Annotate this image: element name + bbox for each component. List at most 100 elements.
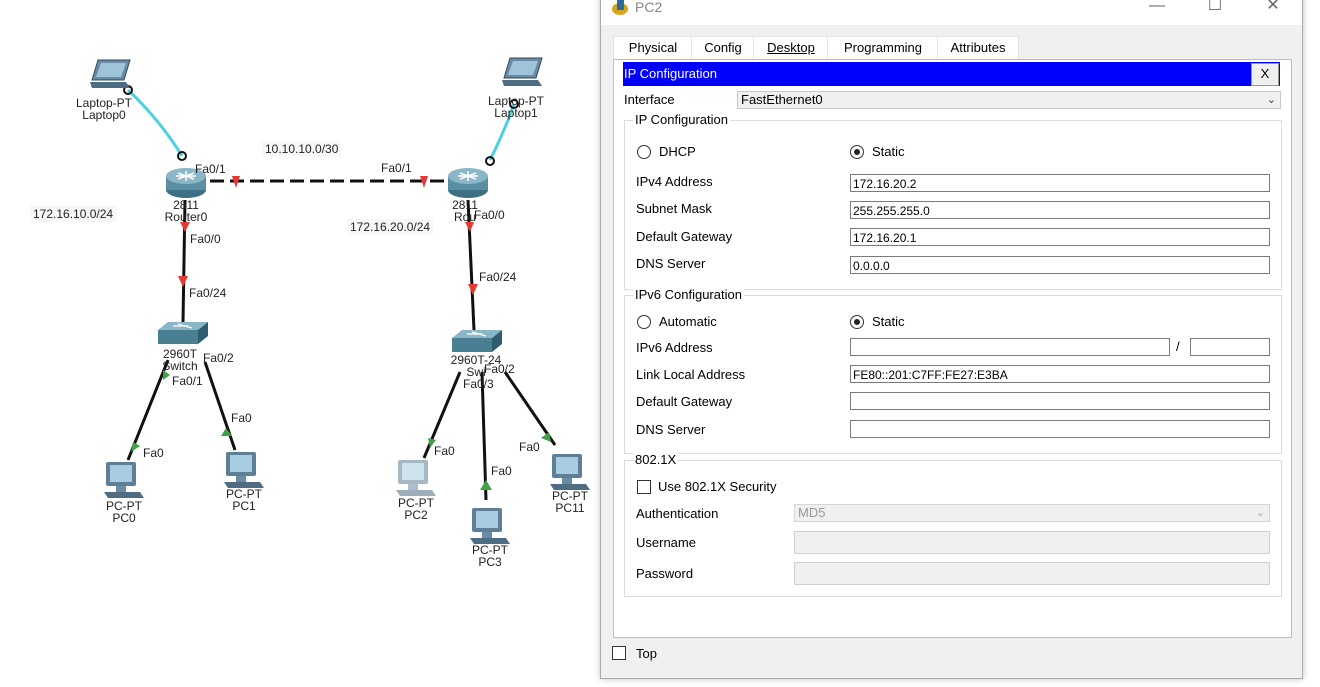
port-label: Fa0 — [434, 444, 455, 458]
ipv6-dns-label: DNS Server — [636, 422, 706, 437]
device-label-pc0: PC-PT PC0 — [94, 500, 154, 524]
device-label-switch0: 2960T Switch — [152, 348, 208, 372]
ipv6-dns-field[interactable] — [850, 420, 1270, 438]
link-up-marker-icon — [131, 442, 140, 452]
close-button[interactable]: ✕ — [1244, 0, 1302, 21]
tab-attributes[interactable]: Attributes — [937, 36, 1019, 60]
link-switch1-pc3[interactable] — [480, 371, 488, 501]
device-label-pc3: PC-PT PC3 — [460, 544, 520, 568]
dot1x-group: 802.1X Use 802.1X Security Authenticatio… — [624, 452, 1282, 597]
ipv6-group: IPv6 Configuration Automatic Static IPv6… — [624, 287, 1282, 454]
window-title: PC2 — [635, 0, 663, 15]
port-label: Fa0/0 — [190, 232, 221, 246]
ipv4-address-field[interactable]: 172.16.20.2 — [850, 174, 1270, 192]
pc-icon[interactable] — [470, 508, 510, 544]
port-label: Fa0/1 — [195, 162, 226, 176]
ipv4-address-label: IPv4 Address — [636, 174, 713, 189]
link-local-field[interactable]: FE80::201:C7FF:FE27:E3BA — [850, 365, 1270, 383]
port-label: Fa0/1 — [172, 374, 203, 388]
network-label-lan1: 172.16.20.0/24 — [347, 219, 434, 235]
desktop-panel: IP Configuration X Interface FastEtherne… — [613, 59, 1292, 638]
ipv6-address-field[interactable] — [850, 338, 1170, 356]
ipv6-address-label: IPv6 Address — [636, 340, 713, 355]
topology-workspace[interactable]: Laptop-PT Laptop0 Laptop-PT Laptop1 2811… — [0, 0, 600, 687]
automatic-label: Automatic — [659, 314, 717, 329]
subnet-mask-field[interactable]: 255.255.255.0 — [850, 201, 1270, 219]
device-label-router0: 2811 Router0 — [156, 199, 216, 223]
port-label: Fa0/2 — [203, 351, 234, 365]
title-bar[interactable]: PC2 — ☐ ✕ — [601, 0, 1302, 25]
default-gateway-label: Default Gateway — [636, 229, 733, 244]
link-down-marker-icon — [468, 284, 478, 295]
authentication-value: MD5 — [798, 505, 826, 520]
password-field[interactable] — [794, 562, 1270, 585]
port-label: Fa0 — [519, 440, 540, 454]
minimize-button[interactable]: — — [1128, 0, 1186, 21]
switch-icon[interactable] — [158, 322, 208, 344]
dns-server-field[interactable]: 0.0.0.0 — [850, 256, 1270, 274]
static-ipv6-radio[interactable] — [850, 315, 864, 329]
port-label: Fa0/1 — [381, 161, 412, 175]
link-down-marker-icon — [178, 276, 188, 287]
maximize-button[interactable]: ☐ — [1186, 0, 1244, 21]
link-switch0-pc1[interactable] — [203, 361, 237, 451]
ipv6-gateway-label: Default Gateway — [636, 394, 733, 409]
username-label: Username — [636, 535, 696, 550]
ipv6-prefix-field[interactable] — [1190, 338, 1270, 356]
tab-physical[interactable]: Physical — [613, 36, 693, 60]
static-ipv6-label: Static — [872, 314, 905, 329]
port-label: Fa0/0 — [474, 208, 505, 222]
port-label: Fa0 — [143, 446, 164, 460]
device-label-laptop1: Laptop-PT Laptop1 — [478, 95, 554, 119]
ipv6-group-title: IPv6 Configuration — [633, 287, 744, 302]
tab-config[interactable]: Config — [691, 36, 755, 60]
ip-config-header: IP Configuration X — [623, 62, 1280, 86]
chevron-down-icon: ⌄ — [1255, 507, 1265, 519]
dhcp-label: DHCP — [659, 144, 696, 159]
ip-config-title: IP Configuration — [624, 66, 717, 81]
automatic-radio[interactable] — [637, 315, 651, 329]
authentication-select[interactable]: MD5 ⌄ — [794, 504, 1270, 522]
link-local-label: Link Local Address — [636, 367, 746, 382]
ipv6-gateway-field[interactable] — [850, 392, 1270, 410]
dot1x-checkbox[interactable] — [637, 480, 651, 494]
laptop-icon[interactable] — [502, 57, 543, 86]
device-name: PC3 — [478, 555, 502, 569]
top-checkbox-label: Top — [636, 646, 657, 661]
pc2-window[interactable]: PC2 — ☐ ✕ Physical Config Desktop Progra… — [600, 0, 1303, 679]
static-label: Static — [872, 144, 905, 159]
device-name: Laptop1 — [494, 106, 538, 120]
switch-icon[interactable] — [452, 330, 502, 352]
laptop-icon[interactable] — [90, 59, 131, 88]
default-gateway-field[interactable]: 172.16.20.1 — [850, 228, 1270, 246]
port-label: Fa0/3 — [463, 377, 494, 391]
ipv6-prefix-separator: / — [1176, 339, 1180, 354]
top-checkbox[interactable] — [612, 646, 626, 660]
subnet-mask-label: Subnet Mask — [636, 201, 712, 216]
dns-server-label: DNS Server — [636, 256, 706, 271]
username-field[interactable] — [794, 531, 1270, 554]
tab-programming[interactable]: Programming — [827, 36, 939, 60]
device-name: Laptop0 — [82, 108, 126, 122]
port-label: Fa0/2 — [484, 362, 515, 376]
device-name: PC2 — [404, 508, 428, 522]
authentication-label: Authentication — [636, 506, 719, 521]
device-name: Switch — [162, 359, 198, 373]
ip-config-close-button[interactable]: X — [1251, 63, 1279, 86]
pc-icon[interactable] — [550, 454, 590, 490]
link-up-marker-icon — [480, 480, 492, 490]
dhcp-radio[interactable] — [637, 145, 651, 159]
device-label-pc11: PC-PT PC11 — [540, 490, 600, 514]
interface-select[interactable]: FastEthernet0 ⌄ — [737, 91, 1281, 109]
router-icon[interactable] — [448, 168, 488, 198]
dot1x-group-title: 802.1X — [633, 452, 679, 467]
pc-icon[interactable] — [396, 460, 436, 496]
device-label-pc1: PC-PT PC1 — [214, 488, 274, 512]
dot1x-checkbox-label: Use 802.1X Security — [658, 479, 777, 494]
static-radio[interactable] — [850, 145, 864, 159]
pc-icon[interactable] — [104, 462, 144, 498]
device-name: PC1 — [232, 499, 256, 513]
port-label: Fa0/24 — [189, 286, 227, 300]
network-label-lan0: 172.16.10.0/24 — [30, 206, 117, 222]
pc-icon[interactable] — [224, 452, 264, 488]
